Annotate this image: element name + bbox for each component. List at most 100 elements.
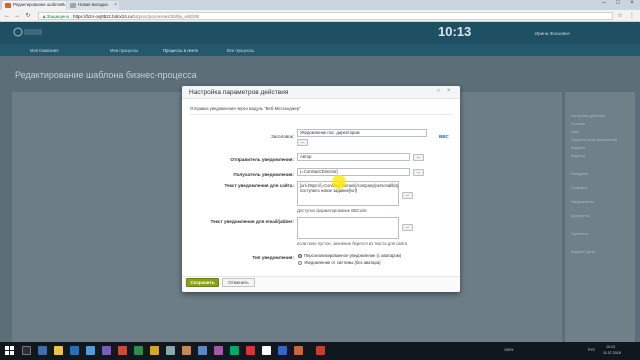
app-icon[interactable] bbox=[246, 346, 255, 355]
header-input[interactable]: Уведомление пос. директором bbox=[297, 129, 427, 137]
search-icon[interactable] bbox=[22, 346, 31, 355]
close-tab-icon[interactable]: × bbox=[114, 2, 117, 8]
save-button[interactable]: Сохранить bbox=[186, 278, 219, 287]
app-icon[interactable] bbox=[134, 346, 143, 355]
nav-item-company[interactable]: Моя Компания bbox=[30, 48, 58, 53]
task-view-icon[interactable] bbox=[38, 346, 47, 355]
activity-item[interactable]: Документы bbox=[571, 214, 590, 218]
bbcode-hint: Доступно форматирование BBCode bbox=[297, 208, 367, 213]
expand-dialog-icon[interactable]: □ bbox=[437, 88, 440, 94]
activity-item[interactable]: Настройки действия bbox=[571, 114, 605, 118]
dialog-title: Настройка параметров действия bbox=[189, 89, 289, 96]
tray-date[interactable]: 11.07.2018 bbox=[603, 351, 621, 355]
portal-user-name[interactable]: Ирина Жоскевич bbox=[535, 31, 570, 36]
email-hint: если поле пустое, значение берется из те… bbox=[297, 241, 408, 246]
site-text-dots-button[interactable]: ... bbox=[402, 192, 413, 199]
reload-icon[interactable]: ↻ bbox=[24, 12, 32, 20]
activity-item[interactable]: Элементы bbox=[571, 232, 588, 236]
dialog-header[interactable]: Настройка параметров действия □ × bbox=[182, 86, 460, 99]
url-input[interactable]: 🔒︎ Защищено | https://b24-ovj8b2z.bitrix… bbox=[38, 12, 613, 20]
edge-icon[interactable] bbox=[70, 346, 79, 355]
activity-item[interactable]: Задание Дела bbox=[571, 250, 595, 254]
store-icon[interactable] bbox=[86, 346, 95, 355]
recipient-input[interactable]: {=Constant:Director} bbox=[297, 168, 410, 176]
secure-label: Защищено bbox=[46, 14, 70, 19]
app-icon[interactable] bbox=[118, 346, 127, 355]
activity-item[interactable]: Ожидание bbox=[571, 172, 588, 176]
back-icon[interactable]: ← bbox=[3, 12, 11, 20]
browser-menu-icon[interactable]: ⋮ bbox=[628, 12, 636, 20]
header-dots-button[interactable]: ... bbox=[297, 139, 308, 146]
site-text-label: Текст уведомления для сайта: bbox=[224, 183, 294, 188]
activity-item[interactable]: Параллельное выполнение bbox=[571, 138, 617, 142]
app-icon[interactable] bbox=[102, 346, 111, 355]
close-window-icon[interactable]: × bbox=[625, 0, 639, 9]
type-option-label: Персонализированное уведомление (с авата… bbox=[304, 253, 402, 258]
sender-input[interactable]: Автор bbox=[297, 153, 410, 161]
nav-item-my-processes[interactable]: Мои процессы bbox=[110, 48, 138, 53]
file-explorer-icon[interactable] bbox=[54, 346, 63, 355]
nav-item-all-processes[interactable]: Все процессы bbox=[227, 48, 254, 53]
email-text-textarea[interactable] bbox=[297, 217, 399, 239]
recipient-label: Получатель уведомления: bbox=[233, 172, 294, 177]
page-title: Редактирование шаблона бизнес-процесса bbox=[15, 70, 197, 80]
email-text-dots-button[interactable]: ... bbox=[402, 224, 413, 231]
sender-label: Отправитель уведомления: bbox=[230, 157, 294, 162]
app-icon[interactable] bbox=[278, 346, 287, 355]
tab-edit-template[interactable]: Редактирование шаблона × bbox=[2, 1, 66, 10]
app-icon[interactable] bbox=[198, 346, 207, 355]
language-indicator[interactable]: РУС bbox=[588, 348, 595, 352]
sender-dots-button[interactable]: ... bbox=[413, 154, 424, 161]
address-bar-row: ← → ↻ 🔒︎ Защищено | https://b24-ovj8b2z.… bbox=[0, 10, 640, 22]
activity-item[interactable]: Отправка bbox=[571, 186, 587, 190]
browser-tab-bar: Редактирование шаблона × Новая вкладка ×… bbox=[0, 0, 640, 10]
app-icon[interactable] bbox=[166, 346, 175, 355]
app-icon[interactable] bbox=[214, 346, 223, 355]
bitrix-favicon-icon bbox=[5, 3, 11, 8]
cancel-button[interactable]: Отменить bbox=[222, 278, 255, 287]
type-label: Тип уведомления: bbox=[252, 255, 294, 260]
windows-start-icon[interactable] bbox=[5, 346, 14, 355]
activity-item[interactable]: Цикл bbox=[571, 130, 579, 134]
bbcode-link[interactable]: BBC bbox=[439, 134, 449, 139]
divider bbox=[190, 114, 452, 115]
activity-item[interactable]: Задание bbox=[571, 146, 585, 150]
nav-item-feed-processes[interactable]: Процессы в ленте bbox=[163, 48, 198, 53]
app-icon[interactable] bbox=[150, 346, 159, 355]
close-tab-icon[interactable]: × bbox=[61, 2, 64, 8]
activity-item[interactable]: Уведомления bbox=[571, 200, 593, 204]
bookmark-star-icon[interactable]: ☆ bbox=[616, 12, 624, 20]
portal-logo bbox=[13, 26, 47, 39]
page-favicon-icon bbox=[70, 3, 76, 8]
type-option-label: Уведомление от системы (без аватара) bbox=[304, 260, 381, 265]
minimize-window-icon[interactable]: – bbox=[597, 0, 611, 9]
activity-item[interactable]: Задания bbox=[571, 154, 585, 158]
activity-item[interactable]: Условие bbox=[571, 122, 585, 126]
type-option-system[interactable]: Уведомление от системы (без аватара) bbox=[298, 260, 381, 265]
recipient-dots-button[interactable]: ... bbox=[413, 169, 424, 176]
app-icon[interactable] bbox=[182, 346, 191, 355]
cursor-highlight bbox=[332, 175, 346, 189]
app-icon[interactable] bbox=[230, 346, 239, 355]
app-icon[interactable] bbox=[316, 346, 325, 355]
bitrix-logo-icon bbox=[13, 27, 42, 37]
lock-icon: 🔒︎ bbox=[43, 14, 46, 19]
tray-time[interactable]: 10:13 bbox=[606, 345, 615, 349]
radio-unchecked[interactable] bbox=[298, 261, 302, 265]
battery-level[interactable]: 100% bbox=[504, 348, 513, 352]
close-dialog-icon[interactable]: × bbox=[447, 88, 451, 94]
type-option-personalized[interactable]: Персонализированное уведомление (с авата… bbox=[298, 253, 401, 258]
app-icon[interactable] bbox=[294, 346, 303, 355]
maximize-window-icon[interactable]: □ bbox=[611, 0, 625, 9]
chrome-icon[interactable] bbox=[262, 346, 271, 355]
radio-checked[interactable] bbox=[298, 254, 302, 258]
site-text-textarea[interactable]: [url=https://{=Constant:domain}/company/… bbox=[297, 181, 399, 206]
tab-label: Редактирование шаблона bbox=[13, 2, 65, 7]
tab-new[interactable]: Новая вкладка × bbox=[67, 1, 119, 10]
tab-label: Новая вкладка bbox=[78, 2, 108, 7]
header-label: Заголовок: bbox=[271, 134, 294, 139]
url-host: https://b24-ovj8b2z.bitrix24.ru bbox=[72, 14, 132, 19]
forward-icon[interactable]: → bbox=[13, 12, 21, 20]
url-path: /bizproc/processes/26/bp_edit/28/ bbox=[132, 14, 200, 19]
dialog-subtitle: Отправка уведомления через модуль "Веб-М… bbox=[190, 106, 301, 111]
